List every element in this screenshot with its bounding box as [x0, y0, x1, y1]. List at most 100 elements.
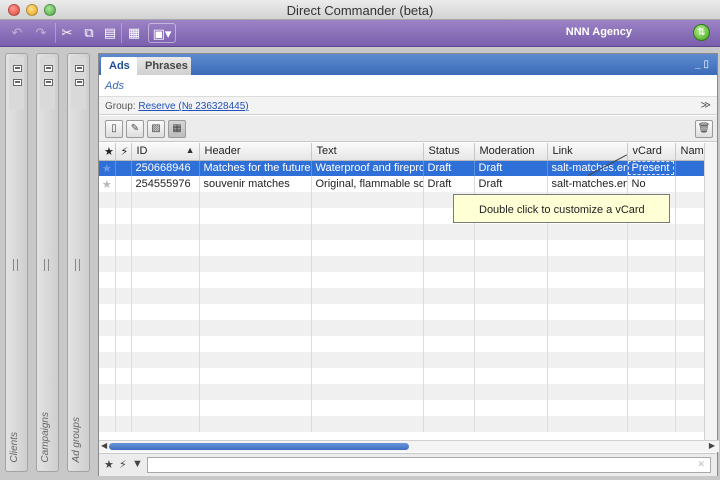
ad-groups-panel[interactable]: Ad groups — [67, 53, 90, 472]
filter-input[interactable] — [147, 457, 711, 473]
empty-cell — [311, 208, 424, 224]
cell-vcard[interactable]: Present — [627, 160, 676, 176]
tab-ads[interactable]: Ads — [101, 57, 138, 75]
grid-view-icon[interactable]: ▦ — [168, 120, 186, 138]
empty-cell — [311, 400, 424, 416]
empty-cell — [199, 288, 312, 304]
empty-cell — [547, 384, 628, 400]
empty-cell — [675, 272, 705, 288]
panel-header — [40, 57, 55, 109]
clients-panel-label: Clients — [9, 432, 20, 463]
flash-column-icon[interactable]: ⚡ — [115, 143, 132, 161]
table-row[interactable]: ★ 250668946 Matches for the future Water… — [99, 160, 705, 176]
paste-icon[interactable]: ▤ — [99, 23, 121, 43]
empty-cell — [311, 320, 424, 336]
favorite-column-icon[interactable]: ★ — [99, 143, 116, 161]
empty-cell — [311, 336, 424, 352]
flash-filter-icon[interactable]: ⚡ — [119, 458, 127, 471]
empty-cell — [423, 272, 475, 288]
edit-ad-icon[interactable]: ✎ — [126, 120, 144, 138]
vertical-scrollbar[interactable] — [704, 143, 717, 440]
clients-panel[interactable]: Clients — [5, 53, 28, 472]
panel-minimize-icon[interactable] — [44, 65, 53, 72]
filter-icon[interactable]: ▼ — [132, 458, 143, 470]
empty-cell — [627, 368, 676, 384]
image-icon[interactable]: ▨ — [147, 120, 165, 138]
empty-cell — [547, 272, 628, 288]
group-link[interactable]: Reserve (№ 236328445) — [138, 101, 248, 112]
column-header-name[interactable]: Nam... — [675, 143, 705, 161]
column-header-moderation[interactable]: Moderation — [474, 143, 548, 161]
column-header-text[interactable]: Text — [311, 143, 424, 161]
panel-expand-icon[interactable] — [13, 79, 22, 86]
favorite-star-icon[interactable]: ★ — [99, 176, 116, 192]
empty-cell — [423, 288, 475, 304]
clear-filter-icon[interactable]: ✕ — [697, 459, 705, 470]
cell-vcard[interactable]: No — [627, 176, 676, 192]
main-toolbar: ↶ ↷ ✂ ⧉ ▤ ▦ ▣▾ NNN Agency ⇅ — [0, 20, 720, 47]
horizontal-scrollbar[interactable]: ◀ ▶ — [99, 440, 719, 452]
column-header-link[interactable]: Link — [547, 143, 628, 161]
favorite-star-icon[interactable]: ★ — [99, 160, 116, 176]
view-options-dropdown[interactable]: ▣▾ — [148, 23, 176, 43]
cell-status: Draft — [423, 176, 475, 192]
empty-cell — [115, 368, 132, 384]
empty-cell — [115, 272, 132, 288]
panel-header — [71, 57, 86, 109]
resize-handle-icon[interactable] — [75, 259, 80, 271]
collapse-icon[interactable]: ≫ — [701, 100, 711, 111]
empty-cell — [547, 368, 628, 384]
empty-cell — [311, 288, 424, 304]
copy-icon[interactable]: ⧉ — [78, 23, 100, 43]
new-ad-icon[interactable]: ▯ — [105, 120, 123, 138]
panel-minimize-icon[interactable] — [75, 65, 84, 72]
scroll-left-icon[interactable]: ◀ — [101, 441, 107, 450]
table-view-icon[interactable]: ▦ — [123, 23, 145, 43]
cell-header: Matches for the future — [199, 160, 312, 176]
column-header-vcard[interactable]: vCard — [627, 143, 676, 161]
panel-expand-icon[interactable] — [75, 79, 84, 86]
resize-handle-icon[interactable] — [44, 259, 49, 271]
empty-cell — [115, 256, 132, 272]
column-header-id[interactable]: ID ▲ — [131, 143, 200, 161]
group-prefix: Group: — [105, 101, 136, 112]
sync-status-icon[interactable]: ⇅ — [693, 24, 710, 41]
empty-cell — [627, 336, 676, 352]
empty-cell — [115, 400, 132, 416]
scrollbar-thumb[interactable] — [109, 443, 409, 450]
table-header-row: ★ ⚡ ID ▲ Header Text Status Moderation Li… — [99, 143, 705, 161]
campaigns-panel[interactable]: Campaigns — [36, 53, 59, 472]
empty-row — [99, 224, 705, 240]
empty-cell — [115, 224, 132, 240]
cell-moderation: Draft — [474, 160, 548, 176]
column-header-status[interactable]: Status — [423, 143, 475, 161]
empty-row — [99, 352, 705, 368]
resize-handle-icon[interactable] — [13, 259, 18, 271]
empty-cell — [199, 384, 312, 400]
empty-cell — [199, 416, 312, 432]
cut-icon[interactable]: ✂ — [56, 23, 78, 43]
cell-text: Waterproof and fireproc — [311, 160, 424, 176]
delete-icon[interactable]: 🗑 — [695, 120, 713, 138]
favorite-filter-icon[interactable]: ★ — [104, 458, 114, 471]
panel-window-controls-icon[interactable]: _ ▯ — [695, 59, 709, 70]
empty-cell — [115, 416, 132, 432]
redo-icon[interactable]: ↷ — [30, 23, 52, 43]
empty-cell — [131, 336, 200, 352]
table-row[interactable]: ★ 254555976 souvenir matches Original, f… — [99, 176, 705, 192]
empty-cell — [131, 240, 200, 256]
scroll-right-icon[interactable]: ▶ — [709, 441, 715, 450]
tab-phrases[interactable]: Phrases — [137, 57, 191, 75]
flash-cell — [115, 160, 132, 176]
column-header-header[interactable]: Header — [199, 143, 312, 161]
group-label: Group: Reserve (№ 236328445) — [105, 101, 249, 112]
ads-table: ★ ⚡ ID ▲ Header Text Status Moderation Li… — [99, 143, 705, 440]
filter-bar: ★ ⚡ ▼ ✕ — [99, 453, 717, 476]
flash-cell — [115, 176, 132, 192]
empty-cell — [311, 272, 424, 288]
empty-cell — [423, 320, 475, 336]
panel-expand-icon[interactable] — [44, 79, 53, 86]
panel-minimize-icon[interactable] — [13, 65, 22, 72]
panel-header — [9, 57, 24, 109]
undo-icon[interactable]: ↶ — [6, 23, 28, 43]
